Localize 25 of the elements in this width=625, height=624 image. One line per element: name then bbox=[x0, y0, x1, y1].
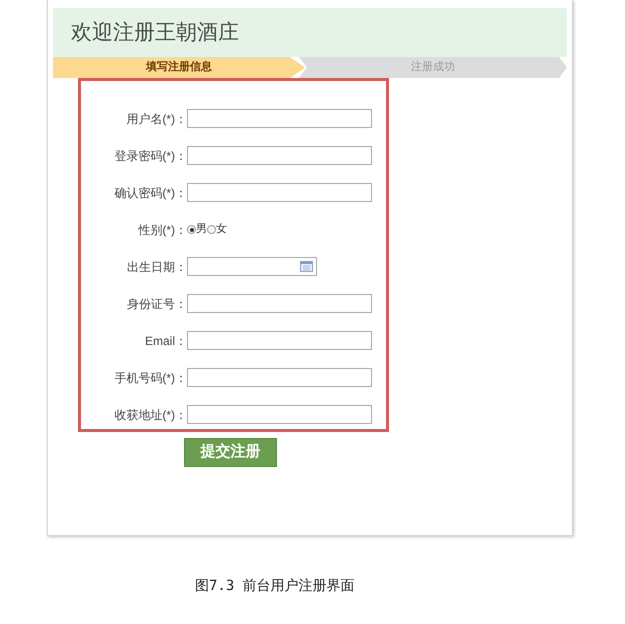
field-label: 手机号码(*)： bbox=[113, 370, 187, 386]
field-label: 性别(*)： bbox=[137, 222, 187, 238]
field-label: 出生日期： bbox=[126, 258, 187, 276]
field-label: 身份证号： bbox=[126, 296, 187, 312]
field-label: 确认密码(*)： bbox=[113, 184, 187, 202]
text-field[interactable] bbox=[187, 331, 372, 350]
radio-label: 男 bbox=[196, 222, 207, 238]
field-label: Email： bbox=[144, 332, 187, 350]
text-field[interactable] bbox=[187, 294, 372, 313]
radio-button[interactable] bbox=[187, 225, 196, 234]
radio-button[interactable] bbox=[207, 225, 216, 234]
page-title: 欢迎注册王朝酒庄 bbox=[71, 18, 239, 46]
text-field[interactable] bbox=[187, 405, 372, 424]
field-label: 用户名(*)： bbox=[125, 110, 187, 128]
field-label: 收获地址(*)： bbox=[113, 406, 187, 424]
calendar-icon[interactable] bbox=[300, 261, 313, 272]
text-field[interactable] bbox=[187, 183, 372, 202]
date-field[interactable] bbox=[187, 257, 317, 276]
text-field[interactable] bbox=[187, 146, 372, 165]
radio-label: 女 bbox=[216, 222, 227, 238]
figure-caption: 图7.3 前台用户注册界面 bbox=[195, 577, 355, 596]
text-field[interactable] bbox=[187, 368, 372, 387]
field-label: 登录密码(*)： bbox=[113, 148, 187, 164]
text-field[interactable] bbox=[187, 109, 372, 128]
submit-button[interactable]: 提交注册 bbox=[184, 438, 277, 467]
